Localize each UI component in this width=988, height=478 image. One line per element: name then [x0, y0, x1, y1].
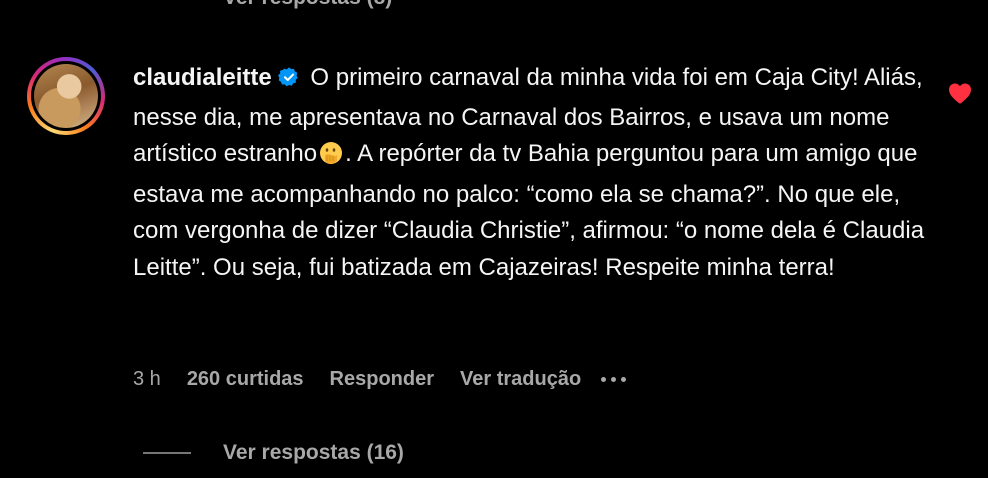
- view-replies-row-top[interactable]: Ver respostas (8): [143, 0, 392, 10]
- comment-body: claudialeitte O primeiro carnaval da min…: [133, 60, 933, 286]
- reply-button[interactable]: Responder: [330, 368, 434, 391]
- likes-count-button[interactable]: 260 curtidas: [187, 368, 304, 391]
- reply-divider-line: [143, 452, 191, 454]
- more-options-icon[interactable]: [601, 373, 627, 386]
- comment-thread: Ver respostas (8) claudialeitte O primei…: [0, 0, 988, 478]
- comment-timestamp: 3 h: [133, 368, 161, 390]
- emoji-face-with-hand-over-mouth: [319, 140, 343, 177]
- comment-username[interactable]: claudialeitte: [133, 64, 272, 91]
- heart-filled-icon[interactable]: [948, 82, 972, 104]
- comment-meta-row: 3 h 260 curtidas Responder Ver tradução: [133, 368, 627, 391]
- avatar[interactable]: [27, 57, 105, 135]
- view-replies-row-bottom[interactable]: Ver respostas (16): [143, 440, 404, 466]
- verified-badge-icon: [277, 63, 300, 100]
- avatar-image: [34, 64, 98, 128]
- view-replies-button[interactable]: Ver respostas (16): [223, 441, 404, 465]
- view-replies-button[interactable]: Ver respostas (8): [223, 0, 392, 10]
- see-translation-button[interactable]: Ver tradução: [460, 368, 581, 391]
